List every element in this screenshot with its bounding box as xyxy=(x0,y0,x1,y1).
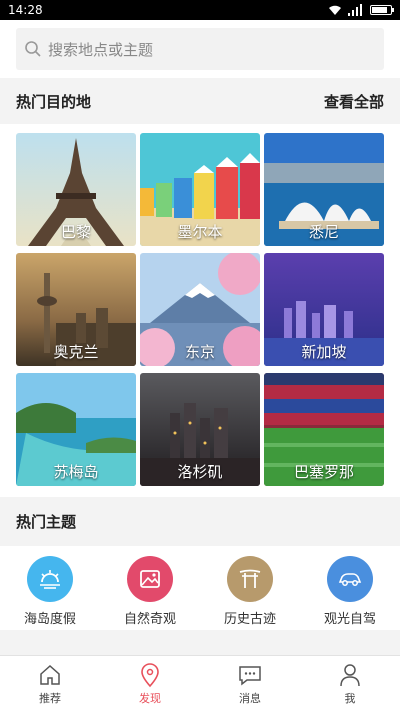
wifi-icon xyxy=(329,5,341,15)
nav-label: 发现 xyxy=(139,691,161,705)
destination-label: 墨尔本 xyxy=(177,223,223,241)
car-icon xyxy=(327,556,373,602)
theme-island-vacation[interactable]: 海岛度假 xyxy=(5,556,95,630)
destination-tile-paris[interactable]: 巴黎 xyxy=(16,133,136,246)
theme-list: 海岛度假 自然奇观 历史古迹 观光自驾 xyxy=(0,546,400,630)
view-all-link[interactable]: 查看全部 xyxy=(324,91,384,112)
status-bar: 14:28 xyxy=(0,0,400,20)
nav-recommend[interactable]: 推荐 xyxy=(15,662,85,706)
hot-destinations-title: 热门目的地 xyxy=(16,92,92,111)
gate-icon xyxy=(227,556,273,602)
landscape-icon xyxy=(127,556,173,602)
destination-tile-tokyo[interactable]: 东京 xyxy=(140,253,260,366)
message-icon xyxy=(239,665,261,686)
search-bar: 搜索地点或主题 xyxy=(0,20,400,78)
sunset-icon xyxy=(27,556,73,602)
location-pin-icon xyxy=(141,662,159,687)
destination-tile-auckland[interactable]: 奥克兰 xyxy=(16,253,136,366)
destination-tile-los-angeles[interactable]: 洛杉矶 xyxy=(140,373,260,486)
destination-label: 苏梅岛 xyxy=(53,463,99,481)
theme-label: 历史古迹 xyxy=(223,612,276,627)
search-icon xyxy=(25,41,41,57)
theme-label: 观光自驾 xyxy=(323,612,376,627)
destination-tile-singapore[interactable]: 新加坡 xyxy=(264,253,384,366)
destination-tile-barcelona[interactable]: 巴塞罗那 xyxy=(264,373,384,486)
theme-natural-wonders[interactable]: 自然奇观 xyxy=(105,556,195,630)
nav-label: 消息 xyxy=(239,691,261,705)
theme-label: 海岛度假 xyxy=(23,612,76,627)
destination-grid: 巴黎 墨尔本 悉尼 奥克兰 东京 新加坡 苏梅岛 洛杉矶 巴塞罗那 xyxy=(0,124,400,497)
signal-icon xyxy=(348,4,362,16)
bottom-nav: 推荐 发现 消息 我 xyxy=(0,655,400,711)
destination-label: 新加坡 xyxy=(301,343,347,361)
home-icon xyxy=(40,664,60,685)
nav-me[interactable]: 我 xyxy=(315,662,385,706)
nav-label: 我 xyxy=(344,691,356,705)
destination-label: 洛杉矶 xyxy=(177,463,223,481)
search-placeholder: 搜索地点或主题 xyxy=(48,40,154,59)
nav-discover[interactable]: 发现 xyxy=(115,662,185,706)
nav-label: 推荐 xyxy=(39,691,61,705)
hot-themes-header: 热门主题 xyxy=(0,497,400,546)
battery-icon xyxy=(370,5,394,15)
destination-tile-sydney[interactable]: 悉尼 xyxy=(264,133,384,246)
person-icon xyxy=(340,663,360,686)
theme-sightseeing-drive[interactable]: 观光自驾 xyxy=(305,556,395,630)
destination-label: 巴塞罗那 xyxy=(293,463,354,481)
theme-label: 自然奇观 xyxy=(123,612,176,627)
hot-themes-title: 热门主题 xyxy=(16,513,77,531)
hot-destinations-header: 热门目的地 查看全部 xyxy=(0,78,400,124)
destination-tile-koh-samui[interactable]: 苏梅岛 xyxy=(16,373,136,486)
destination-label: 东京 xyxy=(184,343,215,361)
destination-label: 悉尼 xyxy=(308,223,339,241)
destination-label: 奥克兰 xyxy=(53,343,99,361)
nav-messages[interactable]: 消息 xyxy=(215,662,285,706)
theme-historic-sites[interactable]: 历史古迹 xyxy=(205,556,295,630)
destination-tile-melbourne[interactable]: 墨尔本 xyxy=(140,133,260,246)
search-input[interactable]: 搜索地点或主题 xyxy=(16,28,384,70)
destination-label: 巴黎 xyxy=(60,223,91,241)
status-time: 14:28 xyxy=(8,3,43,17)
